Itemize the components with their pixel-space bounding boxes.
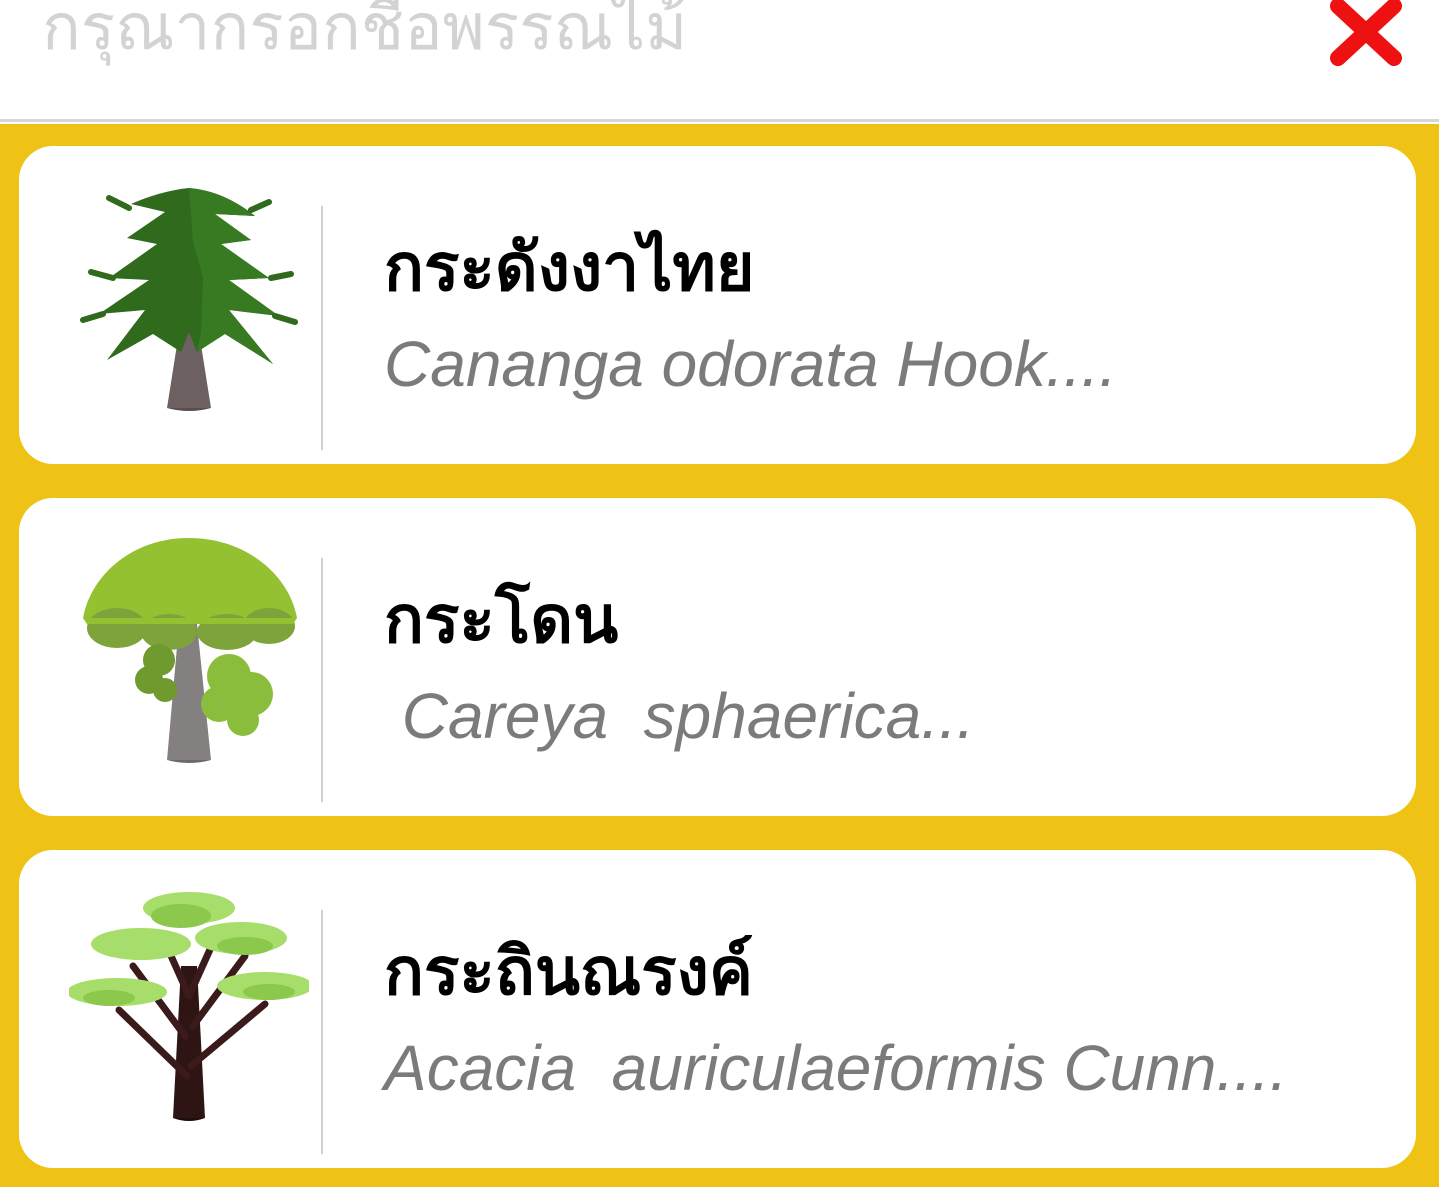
thai-name: กระถินณรงค์ [384, 933, 753, 1010]
search-input[interactable] [42, 0, 1262, 78]
round-canopy-tree-icon [69, 534, 309, 774]
scientific-name: Acacia auriculaeformis Cunn.... [384, 1032, 1288, 1104]
close-button[interactable] [1326, 0, 1406, 66]
layered-canopy-tree-icon [67, 886, 313, 1126]
conifer-tree-icon [69, 182, 309, 422]
results-list: กระดังงาไทย Cananga odorata Hook.... กระ… [0, 124, 1439, 1187]
divider [321, 206, 323, 450]
list-item[interactable]: กระโดน Careya sphaerica... [19, 498, 1416, 816]
divider [321, 558, 323, 802]
list-item[interactable]: กระดังงาไทย Cananga odorata Hook.... [19, 146, 1416, 464]
thai-name: กระดังงาไทย [384, 229, 755, 306]
tree-search-screen: กระดังงาไทย Cananga odorata Hook.... [0, 0, 1439, 1187]
close-x-icon [1330, 0, 1402, 66]
scientific-name: Cananga odorata Hook.... [384, 328, 1117, 400]
search-bar [0, 0, 1439, 122]
divider [321, 910, 323, 1154]
thai-name: กระโดน [384, 581, 619, 658]
list-item[interactable]: กระถินณรงค์ Acacia auriculaeformis Cunn.… [19, 850, 1416, 1168]
scientific-name: Careya sphaerica... [384, 680, 975, 752]
